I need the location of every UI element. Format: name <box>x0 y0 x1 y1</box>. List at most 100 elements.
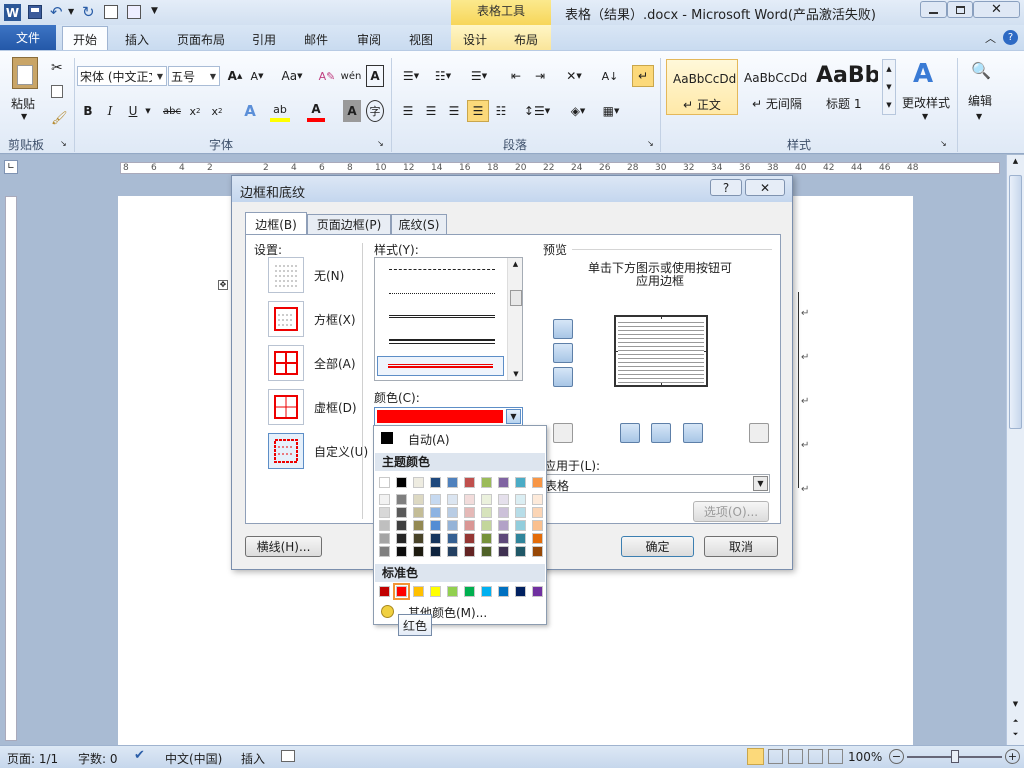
zoom-level[interactable]: 100% <box>848 750 882 764</box>
theme-shade-swatch[interactable] <box>481 494 492 505</box>
document-table-edge[interactable] <box>793 292 799 488</box>
tab-view[interactable]: 视图 <box>409 31 433 48</box>
theme-color-swatch[interactable] <box>532 477 543 488</box>
format-painter-icon[interactable]: 🖌 <box>51 111 68 126</box>
justify-icon[interactable]: ☰ <box>467 100 489 122</box>
dialog-close-button[interactable]: ✕ <box>745 179 785 196</box>
save-icon[interactable] <box>28 5 42 19</box>
restore-button[interactable] <box>947 1 973 18</box>
theme-shade-swatch[interactable] <box>532 494 543 505</box>
character-border-icon[interactable]: A <box>366 65 384 87</box>
standard-color-swatch[interactable] <box>379 586 390 597</box>
standard-color-swatch[interactable] <box>515 586 526 597</box>
styles-launcher-icon[interactable]: ↘ <box>940 139 947 148</box>
tab-mailings[interactable]: 邮件 <box>304 31 328 48</box>
theme-shade-swatch[interactable] <box>464 533 475 544</box>
change-styles-icon[interactable]: A <box>913 59 933 89</box>
cancel-button[interactable]: 取消 <box>704 536 778 557</box>
minimize-button[interactable] <box>920 1 947 18</box>
theme-shade-swatch[interactable] <box>464 546 475 557</box>
tab-file[interactable]: 文件 <box>0 25 56 50</box>
theme-shade-swatch[interactable] <box>447 546 458 557</box>
change-styles-label[interactable]: 更改样式 <box>902 94 950 111</box>
theme-shade-swatch[interactable] <box>379 507 390 518</box>
quick-print-icon[interactable] <box>127 5 141 19</box>
dialog-help-button[interactable]: ? <box>710 179 742 196</box>
align-center-icon[interactable]: ☰ <box>421 100 441 122</box>
tab-table-layout[interactable]: 布局 <box>501 25 551 50</box>
setting-none-label[interactable]: 无(N) <box>314 267 344 284</box>
theme-shade-swatch[interactable] <box>430 507 441 518</box>
theme-shade-swatch[interactable] <box>532 546 543 557</box>
change-case-icon[interactable]: Aa ▼ <box>279 65 305 87</box>
standard-color-swatch[interactable] <box>447 586 458 597</box>
minimize-ribbon-icon[interactable]: ︿ <box>985 30 996 46</box>
theme-shade-swatch[interactable] <box>430 494 441 505</box>
distributed-icon[interactable]: ☷ <box>491 100 511 122</box>
theme-shade-swatch[interactable] <box>430 520 441 531</box>
macro-record-icon[interactable] <box>281 750 295 762</box>
next-page-icon[interactable]: ⏷ <box>1009 730 1022 741</box>
numbering-icon[interactable]: ☷ ▼ <box>430 65 456 87</box>
line-style-scrollbar[interactable]: ▲ ▼ <box>507 258 522 380</box>
theme-shade-swatch[interactable] <box>447 494 458 505</box>
auto-color-option[interactable]: 自动(A) <box>375 428 545 448</box>
show-marks-icon[interactable]: ↵ <box>632 65 654 87</box>
tab-home[interactable]: 开始 <box>62 26 108 51</box>
editing-icon[interactable]: 🔍 <box>971 61 991 80</box>
redo-icon[interactable]: ↻ <box>82 3 95 21</box>
phonetic-guide-icon[interactable]: wén <box>341 65 362 87</box>
setting-all-label[interactable]: 全部(A) <box>314 355 356 372</box>
theme-shade-swatch[interactable] <box>498 533 509 544</box>
scroll-thumb[interactable] <box>510 290 522 306</box>
copy-icon[interactable] <box>51 85 63 98</box>
tab-insert[interactable]: 插入 <box>125 31 149 48</box>
theme-shade-swatch[interactable] <box>447 533 458 544</box>
right-border-button[interactable] <box>683 423 703 443</box>
diagonal-down-border-button[interactable] <box>749 423 769 443</box>
left-border-button[interactable] <box>620 423 640 443</box>
setting-all[interactable] <box>268 345 304 381</box>
sort-icon[interactable]: A↓ <box>600 65 620 87</box>
theme-shade-swatch[interactable] <box>481 520 492 531</box>
change-styles-dropdown-icon[interactable]: ▼ <box>922 112 928 121</box>
standard-color-swatch[interactable] <box>393 583 410 600</box>
standard-color-swatch[interactable] <box>413 586 424 597</box>
editing-label[interactable]: 编辑 <box>968 92 992 109</box>
setting-custom[interactable] <box>268 433 304 469</box>
theme-shade-swatch[interactable] <box>464 507 475 518</box>
theme-color-swatch[interactable] <box>430 477 441 488</box>
bullets-icon[interactable]: ☰ ▼ <box>398 65 424 87</box>
theme-shade-swatch[interactable] <box>447 507 458 518</box>
theme-shade-swatch[interactable] <box>396 533 407 544</box>
insert-mode[interactable]: 插入 <box>241 750 265 767</box>
theme-shade-swatch[interactable] <box>481 507 492 518</box>
character-shading-icon[interactable]: A <box>343 100 361 122</box>
standard-color-swatch[interactable] <box>481 586 492 597</box>
font-launcher-icon[interactable]: ↘ <box>377 139 384 148</box>
close-button[interactable]: ✕ <box>973 1 1020 18</box>
tab-page-layout[interactable]: 页面布局 <box>177 31 225 48</box>
tab-selector-icon[interactable]: ∟ <box>4 160 18 174</box>
increase-indent-icon[interactable]: ⇥ <box>530 65 550 87</box>
theme-shade-swatch[interactable] <box>532 520 543 531</box>
undo-icon[interactable]: ↶ <box>50 3 63 21</box>
subscript-icon[interactable]: x2 <box>186 100 204 122</box>
diagonal-up-border-button[interactable] <box>553 423 573 443</box>
theme-shade-swatch[interactable] <box>413 507 424 518</box>
top-border-button[interactable] <box>553 319 573 339</box>
theme-shade-swatch[interactable] <box>396 494 407 505</box>
font-color-icon[interactable]: A <box>307 100 325 122</box>
theme-shade-swatch[interactable] <box>396 507 407 518</box>
theme-shade-swatch[interactable] <box>498 520 509 531</box>
zoom-in-icon[interactable]: + <box>1005 749 1020 764</box>
undo-dropdown-icon[interactable]: ▼ <box>68 7 74 16</box>
scroll-thumb[interactable] <box>1009 175 1022 429</box>
cut-icon[interactable]: ✂ <box>51 60 63 76</box>
multilevel-list-icon[interactable]: ☰ ▼ <box>466 65 492 87</box>
standard-color-swatch[interactable] <box>464 586 475 597</box>
align-left-icon[interactable]: ☰ <box>398 100 418 122</box>
theme-shade-swatch[interactable] <box>447 520 458 531</box>
tab-borders[interactable]: 边框(B) <box>245 212 307 235</box>
theme-shade-swatch[interactable] <box>379 494 390 505</box>
